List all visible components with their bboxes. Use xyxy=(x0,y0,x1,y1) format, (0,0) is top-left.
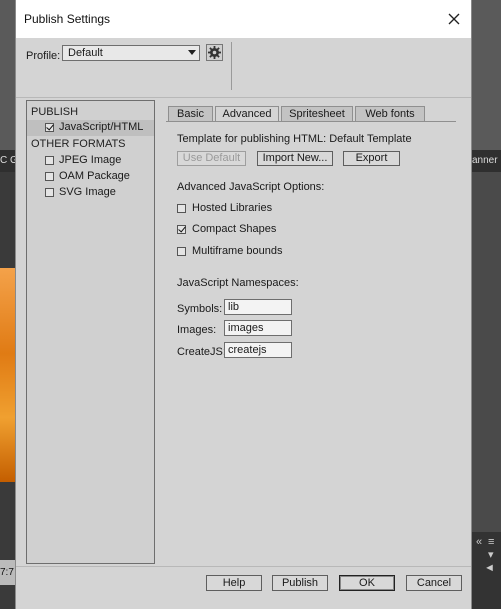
profile-value: Default xyxy=(68,47,103,59)
format-item-label: OAM Package xyxy=(59,170,130,182)
option-label: Compact Shapes xyxy=(192,223,277,235)
format-item-jpeg-image[interactable]: JPEG Image xyxy=(27,153,154,169)
symbols-label: Symbols: xyxy=(177,303,223,315)
close-icon xyxy=(448,13,460,25)
compact-shapes-checkbox[interactable] xyxy=(177,225,186,234)
cancel-button[interactable]: Cancel xyxy=(406,575,462,591)
option-label: Hosted Libraries xyxy=(192,202,273,214)
background-app-right-panel xyxy=(472,172,501,532)
format-item-label: JavaScript/HTML xyxy=(59,121,144,133)
help-button[interactable]: Help xyxy=(206,575,262,591)
background-stage-artwork xyxy=(0,268,16,482)
panel-menu-icon[interactable]: ≡ xyxy=(488,536,494,548)
background-app-right-tab: anner xyxy=(472,150,501,172)
profile-options-button[interactable] xyxy=(206,44,223,61)
symbols-input[interactable]: lib xyxy=(224,299,292,315)
format-item-oam-package[interactable]: OAM Package xyxy=(27,169,154,185)
format-item-javascript-html[interactable]: JavaScript/HTML xyxy=(27,120,154,136)
other-formats-header: OTHER FORMATS xyxy=(31,138,126,150)
advanced-tab-content: Template for publishing HTML: Default Te… xyxy=(166,122,456,562)
tab-basic[interactable]: Basic xyxy=(168,106,213,121)
profile-label: Profile: xyxy=(26,50,61,62)
svg-image-checkbox[interactable] xyxy=(45,188,54,197)
use-default-button[interactable]: Use Default xyxy=(177,151,246,166)
images-label: Images: xyxy=(177,324,217,336)
dropdown-icon[interactable]: ▾ xyxy=(488,548,494,561)
oam-package-checkbox[interactable] xyxy=(45,172,54,181)
formats-panel: PUBLISH JavaScript/HTML OTHER FORMATS JP… xyxy=(26,100,155,564)
js-options-header: Advanced JavaScript Options: xyxy=(177,181,325,193)
createjs-label: CreateJS: xyxy=(177,346,226,358)
option-label: Multiframe bounds xyxy=(192,245,283,257)
tab-spritesheet[interactable]: Spritesheet xyxy=(281,106,353,121)
javascript-html-checkbox[interactable] xyxy=(45,123,54,132)
tab-web-fonts[interactable]: Web fonts xyxy=(355,106,425,121)
close-button[interactable] xyxy=(443,8,465,30)
ok-button[interactable]: OK xyxy=(339,575,395,591)
footer-divider xyxy=(16,566,471,567)
chevron-down-icon xyxy=(188,50,196,55)
profile-divider xyxy=(231,42,232,90)
jpeg-image-checkbox[interactable] xyxy=(45,156,54,165)
publish-button[interactable]: Publish xyxy=(272,575,328,591)
format-item-label: SVG Image xyxy=(59,186,116,198)
multiframe-bounds-checkbox[interactable] xyxy=(177,247,186,256)
background-app-right-controls: « ≡ ▾ ◄ xyxy=(472,532,501,609)
collapse-icon[interactable]: « xyxy=(476,536,482,548)
publish-section-header: PUBLISH xyxy=(31,106,79,118)
publish-settings-dialog: Publish Settings Profile: Default PUBLIS… xyxy=(15,0,472,609)
namespaces-header: JavaScript Namespaces: xyxy=(177,277,299,289)
images-input[interactable]: images xyxy=(224,320,292,336)
background-app-left-status: 7:7 xyxy=(0,560,16,585)
dialog-title: Publish Settings xyxy=(24,12,111,26)
hosted-libraries-checkbox[interactable] xyxy=(177,204,186,213)
title-bar: Publish Settings xyxy=(16,0,471,38)
format-item-label: JPEG Image xyxy=(59,154,122,166)
volume-icon[interactable]: ◄ xyxy=(484,562,495,574)
createjs-input[interactable]: createjs xyxy=(224,342,292,358)
format-item-svg-image[interactable]: SVG Image xyxy=(27,185,154,201)
background-app-left-tab: C G xyxy=(0,150,16,172)
tab-advanced[interactable]: Advanced xyxy=(215,106,279,122)
profile-select[interactable]: Default xyxy=(62,45,200,61)
header-divider xyxy=(16,97,471,98)
gear-icon xyxy=(208,46,221,59)
template-label: Template for publishing HTML: Default Te… xyxy=(177,133,412,145)
import-new-button[interactable]: Import New... xyxy=(257,151,333,166)
export-button[interactable]: Export xyxy=(343,151,400,166)
